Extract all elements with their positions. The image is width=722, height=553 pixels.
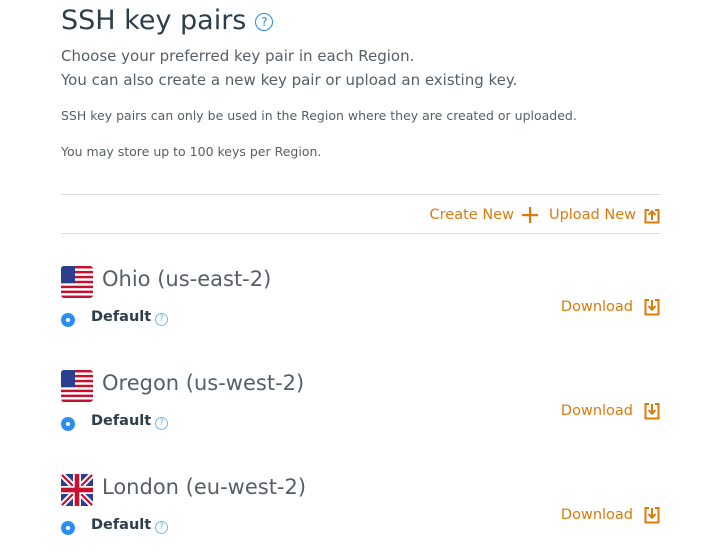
divider-bottom (61, 233, 661, 234)
key-limit-note: You may store up to 100 keys per Region. (61, 144, 322, 159)
download-button[interactable]: Download (561, 402, 661, 420)
download-button[interactable]: Download (561, 506, 661, 524)
default-key-radio[interactable] (61, 313, 75, 327)
region-note: SSH key pairs can only be used in the Re… (61, 108, 577, 123)
us-flag-icon (61, 370, 93, 402)
plus-icon (521, 207, 538, 223)
region-name: Oregon (us-west-2) (102, 371, 305, 395)
create-new-button[interactable]: Create New (430, 206, 539, 224)
intro-line-2: You can also create a new key pair or up… (61, 71, 518, 89)
download-icon (644, 403, 660, 420)
download-label: Download (560, 403, 633, 419)
divider-top (61, 194, 661, 195)
default-key-radio[interactable] (61, 521, 75, 535)
download-icon (644, 299, 660, 316)
uk-flag-icon (61, 474, 93, 506)
page-title: SSH key pairs (61, 4, 247, 36)
key-pair-label: Default (91, 413, 152, 429)
key-actions: Create New Upload New (430, 202, 661, 228)
key-pair-label: Default (91, 517, 152, 533)
help-icon[interactable]: ? (155, 417, 168, 430)
intro-line-1: Choose your preferred key pair in each R… (61, 47, 415, 65)
intro-text: Choose your preferred key pair in each R… (61, 44, 517, 92)
help-icon[interactable]: ? (155, 521, 168, 534)
ssh-key-pairs-panel: SSH key pairs ? Choose your preferred ke… (0, 0, 722, 553)
region-name: London (eu-west-2) (102, 475, 307, 499)
title-row: SSH key pairs ? (61, 0, 274, 40)
region-row-ohio: Ohio (us-east-2) Default ? Download (61, 265, 661, 345)
create-new-label: Create New (429, 207, 514, 223)
region-name: Ohio (us-east-2) (102, 267, 272, 291)
region-row-oregon: Oregon (us-west-2) Default ? Download (61, 369, 661, 449)
download-label: Download (560, 299, 633, 315)
help-icon[interactable]: ? (255, 13, 274, 31)
upload-icon (644, 209, 660, 224)
download-button[interactable]: Download (561, 298, 661, 316)
download-icon (644, 507, 660, 524)
key-pair-label: Default (91, 309, 152, 325)
download-label: Download (560, 507, 633, 523)
upload-new-label: Upload New (548, 207, 636, 223)
help-icon[interactable]: ? (155, 313, 168, 326)
default-key-radio[interactable] (61, 417, 75, 431)
upload-new-button[interactable]: Upload New (549, 206, 661, 224)
region-row-london: London (eu-west-2) Default ? Download (61, 473, 661, 553)
us-flag-icon (61, 266, 93, 298)
